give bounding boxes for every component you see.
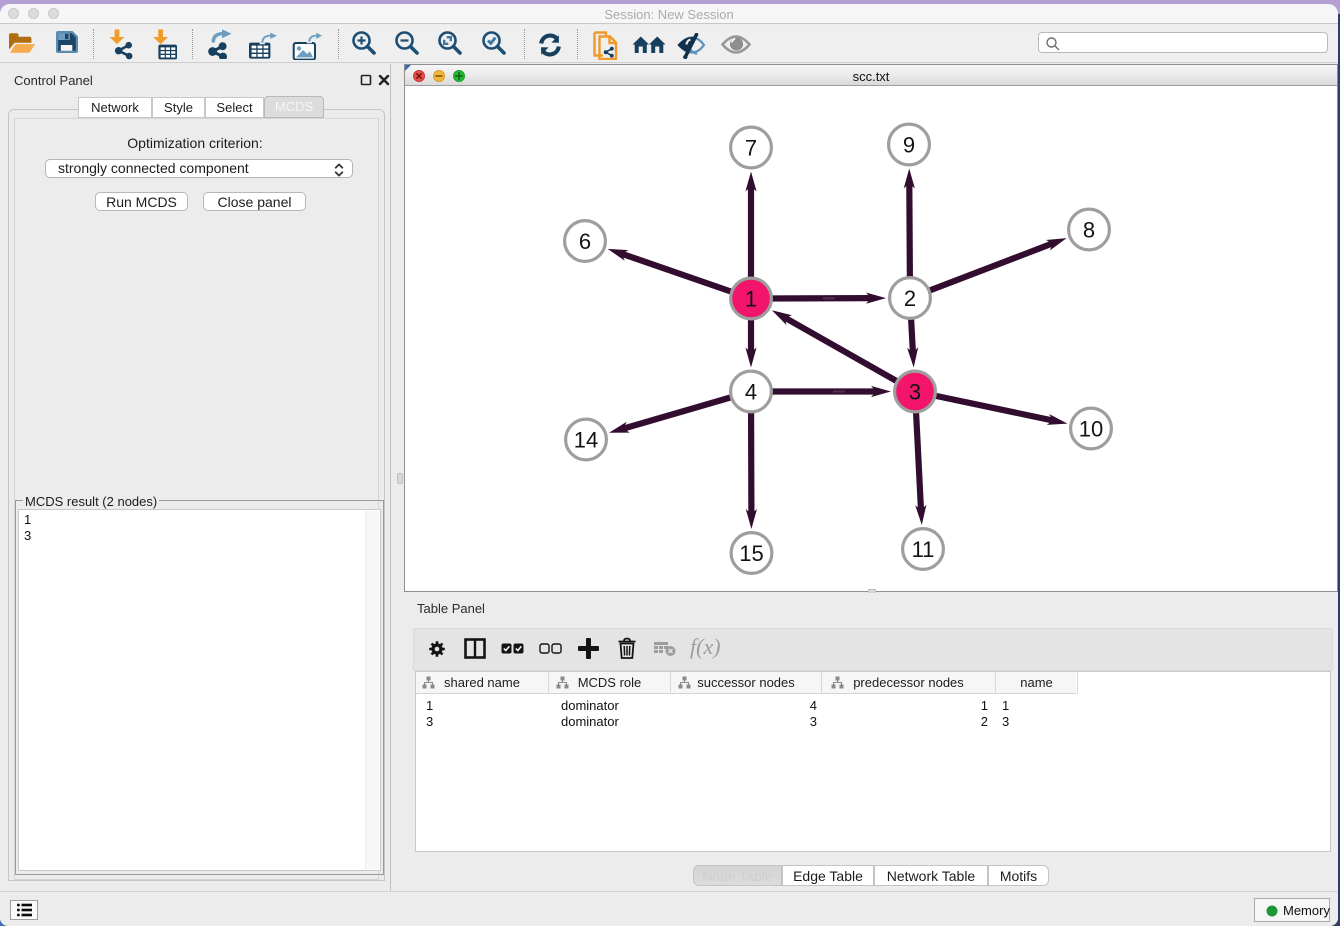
svg-text:6: 6 bbox=[579, 229, 591, 254]
svg-text:15: 15 bbox=[739, 541, 763, 566]
svg-text:14: 14 bbox=[574, 428, 598, 453]
svg-text:10: 10 bbox=[1079, 417, 1103, 442]
svg-text:7: 7 bbox=[745, 136, 757, 161]
svg-text:8: 8 bbox=[1083, 218, 1095, 243]
svg-text:9: 9 bbox=[903, 133, 915, 158]
svg-text:1: 1 bbox=[745, 287, 757, 312]
svg-text:2: 2 bbox=[904, 286, 916, 311]
svg-text:3: 3 bbox=[909, 380, 921, 405]
svg-text:11: 11 bbox=[912, 537, 935, 562]
svg-text:4: 4 bbox=[745, 380, 757, 405]
